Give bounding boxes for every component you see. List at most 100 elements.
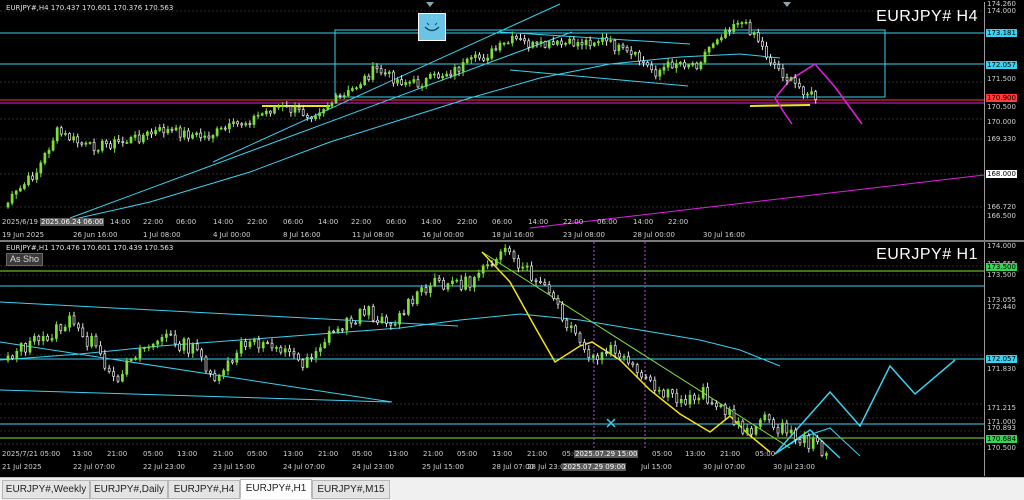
h1-candle: [525, 265, 529, 268]
h1-candle: [239, 341, 243, 354]
h4-time-label: 06:00: [597, 218, 618, 226]
h1-candle: [556, 298, 560, 305]
h4-candle: [355, 87, 358, 90]
as-show-button[interactable]: As Sho: [6, 253, 44, 266]
h1-candle: [420, 287, 423, 293]
h1-candle: [389, 322, 393, 326]
h4-candle: [215, 128, 219, 136]
h1-candle: [820, 441, 824, 456]
h1-candle: [235, 352, 239, 363]
h1-candle: [380, 316, 384, 323]
h1-candle: [178, 343, 181, 351]
h4-date-label: 8 Jul 16:00: [283, 231, 321, 239]
h1-candle: [627, 356, 630, 364]
h4-candle: [256, 114, 260, 117]
h1-candle: [200, 349, 203, 358]
h1-candle: [605, 352, 608, 354]
tab-eurjpy-m15[interactable]: EURJPY#,M15: [312, 480, 390, 499]
h1-candle: [789, 429, 793, 434]
tab-eurjpy-h1[interactable]: EURJPY#,H1: [240, 479, 312, 499]
h4-end-marker-icon[interactable]: [783, 2, 791, 7]
h1-date-label: 23 Jul 15:00: [213, 463, 255, 471]
h1-candle: [407, 298, 410, 315]
tab-eurjpy-h4[interactable]: EURJPY#,H4: [168, 480, 240, 499]
h4-candle: [109, 143, 112, 149]
h1-date-label: 25 Jul 15:00: [422, 463, 464, 471]
h1-time-label: 21:00: [213, 450, 234, 458]
h4-candle: [178, 127, 182, 138]
h1-candle: [28, 340, 32, 353]
h4-candle: [699, 61, 703, 70]
h4-candle: [638, 51, 641, 62]
h1-candle: [671, 389, 674, 394]
h4-candle: [740, 22, 744, 25]
h1-candle: [723, 404, 727, 415]
h4-watermark-title: EURJPY# H4: [876, 8, 978, 25]
h1-candle: [442, 280, 445, 290]
h4-candle: [141, 134, 145, 143]
h4-candle: [64, 133, 67, 135]
h4-price-axis[interactable]: 174.260 174.000 173.181 172.057 171.500 170.9…: [984, 0, 1024, 240]
h4-chart-pane[interactable]: EURJPY#,H4 170.437 170.601 170.376 170.5…: [0, 2, 984, 240]
fish-icon[interactable]: [418, 13, 446, 41]
h1-candle: [446, 283, 450, 290]
h1-time-label: 05:00: [143, 450, 164, 458]
h4-candle: [654, 69, 658, 77]
h4-date-label: 30 Jul 16:00: [703, 231, 745, 239]
h4-candle: [707, 47, 711, 53]
h1-candle: [508, 247, 511, 253]
h1-price-axis[interactable]: 174.000173.655173.500173.500173.055172.4…: [984, 242, 1024, 476]
h4-shift-marker-icon[interactable]: [426, 2, 434, 7]
h1-candle: [486, 264, 489, 267]
h4-candle: [428, 73, 432, 79]
h1-candle: [24, 343, 27, 353]
h1-candle: [701, 387, 705, 399]
h1-candle: [292, 351, 296, 355]
h4-price-label: 170.900: [986, 94, 1017, 102]
h4-date-label: 28 Jul 00:00: [633, 231, 675, 239]
h1-candle: [213, 372, 217, 381]
h1-candle: [732, 409, 736, 425]
h4-candle: [613, 40, 617, 52]
h4-price-label: 172.057: [986, 61, 1017, 69]
h1-date-label: 24 Jul 23:00: [352, 463, 394, 471]
h4-candle: [334, 94, 338, 104]
h1-time-label: 05:00: [652, 450, 673, 458]
h4-candle: [584, 39, 588, 46]
h4-candle: [310, 116, 313, 120]
h1-candle: [415, 291, 419, 304]
h4-candle: [244, 123, 248, 126]
tab-eurjpy-daily[interactable]: EURJPY#,Daily: [90, 480, 168, 499]
h4-candle: [449, 73, 453, 77]
h1-chart-canvas[interactable]: [0, 242, 984, 476]
h4-chart-canvas[interactable]: [0, 2, 984, 240]
h4-candle: [182, 130, 186, 138]
h4-candle: [658, 69, 662, 77]
h1-chart-pane[interactable]: EURJPY#,H1 170.476 170.601 170.439 170.5…: [0, 242, 984, 476]
h4-candle: [457, 66, 461, 72]
h1-candle: [451, 280, 454, 285]
tab-eurjpy-weekly[interactable]: EURJPY#,Weekly: [2, 480, 90, 499]
h4-candle: [420, 85, 424, 88]
h4-candle: [576, 42, 580, 47]
h1-price-label: 170.893: [987, 424, 1016, 432]
h1-candle: [323, 342, 327, 348]
h1-candle: [710, 402, 714, 405]
h1-candle: [715, 402, 718, 408]
h4-candle: [10, 193, 14, 204]
h4-candle: [289, 105, 293, 113]
h1-candle: [490, 264, 494, 267]
h4-candle: [39, 162, 43, 174]
h4-candle: [346, 90, 350, 96]
h1-candle: [94, 335, 98, 347]
h4-candle: [793, 77, 797, 84]
h4-candle: [629, 50, 633, 55]
h4-candle: [498, 42, 502, 51]
h1-candle: [547, 284, 551, 294]
h4-candle: [412, 79, 416, 83]
h1-candle: [85, 336, 89, 347]
h1-candle: [279, 347, 283, 353]
h4-projection-up: [774, 63, 863, 125]
h1-candle: [297, 353, 300, 361]
h1-candle: [512, 251, 516, 259]
